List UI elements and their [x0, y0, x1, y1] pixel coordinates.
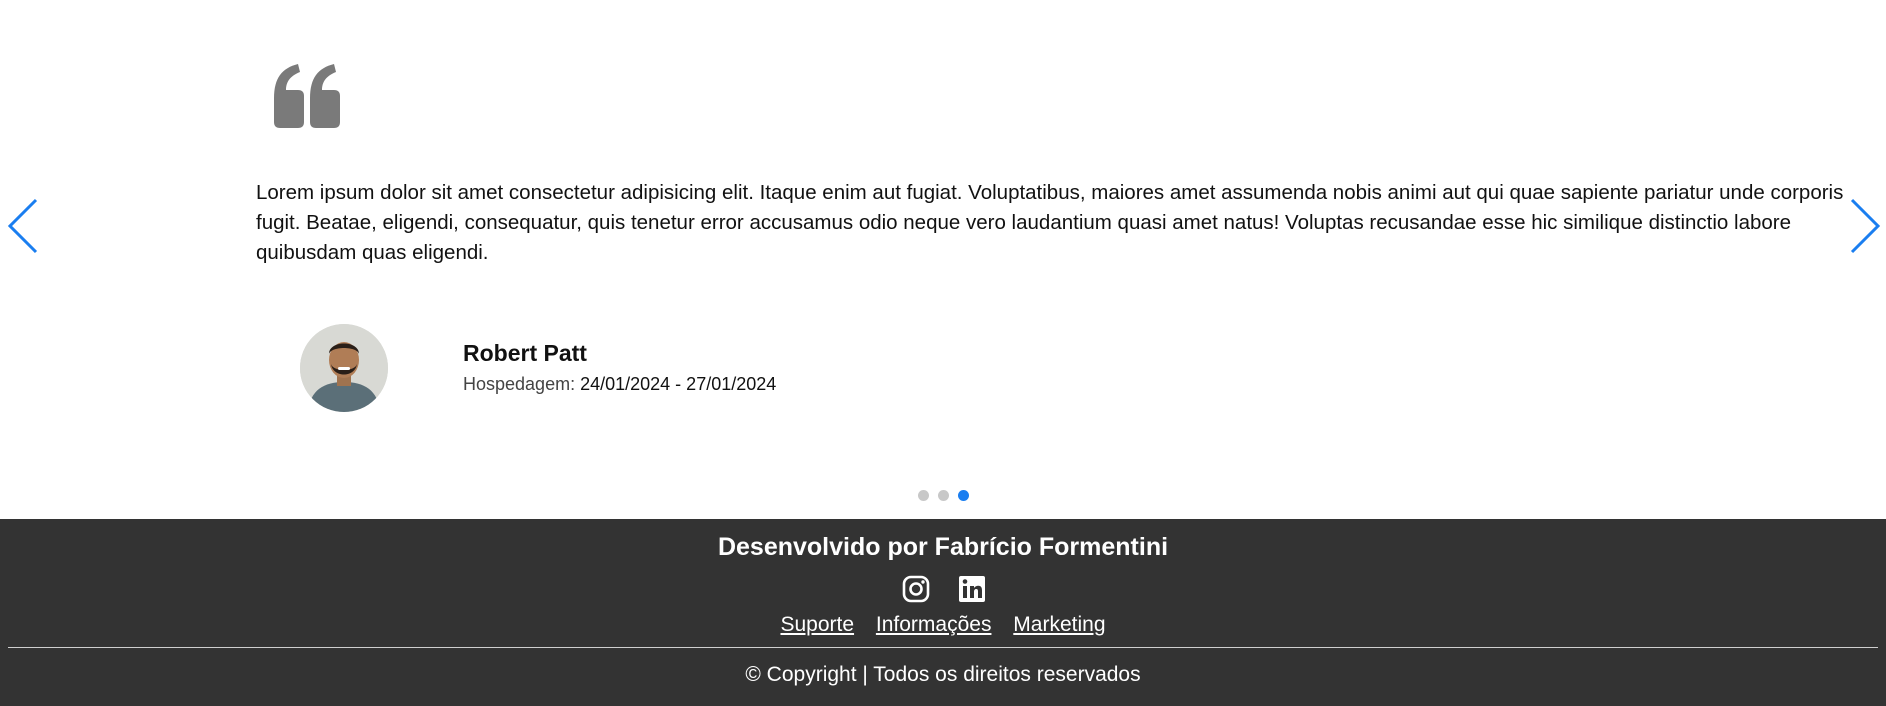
chevron-right-icon [1850, 198, 1881, 254]
link-informacoes[interactable]: Informações [876, 613, 992, 636]
stay-info: Hospedagem: 24/01/2024 - 27/01/2024 [463, 374, 776, 395]
stay-dates: 24/01/2024 - 27/01/2024 [580, 374, 777, 394]
testimonial-slider: Lorem ipsum dolor sit amet consectetur a… [0, 0, 1886, 519]
instagram-icon[interactable] [902, 575, 930, 603]
pagination-dot-1[interactable] [918, 490, 929, 501]
link-marketing[interactable]: Marketing [1013, 613, 1105, 636]
prev-slide-button[interactable] [6, 196, 40, 256]
social-links [902, 575, 986, 603]
footer: Desenvolvido por Fabrício Formentini Sup… [0, 519, 1886, 706]
avatar-photo [300, 324, 388, 412]
pagination [918, 490, 969, 501]
next-slide-button[interactable] [1848, 196, 1882, 256]
stay-label: Hospedagem: [463, 374, 576, 394]
chevron-left-icon [7, 198, 38, 254]
avatar [300, 324, 388, 412]
pagination-dot-3[interactable] [958, 490, 969, 501]
author-name: Robert Patt [463, 340, 587, 366]
quote-icon [274, 64, 340, 128]
footer-divider [8, 647, 1878, 648]
footer-links: Suporte Informações Marketing [0, 613, 1886, 637]
testimonial-text: Lorem ipsum dolor sit amet consectetur a… [256, 181, 1844, 264]
pagination-dot-2[interactable] [938, 490, 949, 501]
link-suporte[interactable]: Suporte [780, 613, 854, 636]
footer-title: Desenvolvido por Fabrício Formentini [717, 533, 1169, 561]
linkedin-icon[interactable] [958, 575, 986, 603]
copyright: © Copyright | Todos os direitos reservad… [745, 663, 1141, 686]
